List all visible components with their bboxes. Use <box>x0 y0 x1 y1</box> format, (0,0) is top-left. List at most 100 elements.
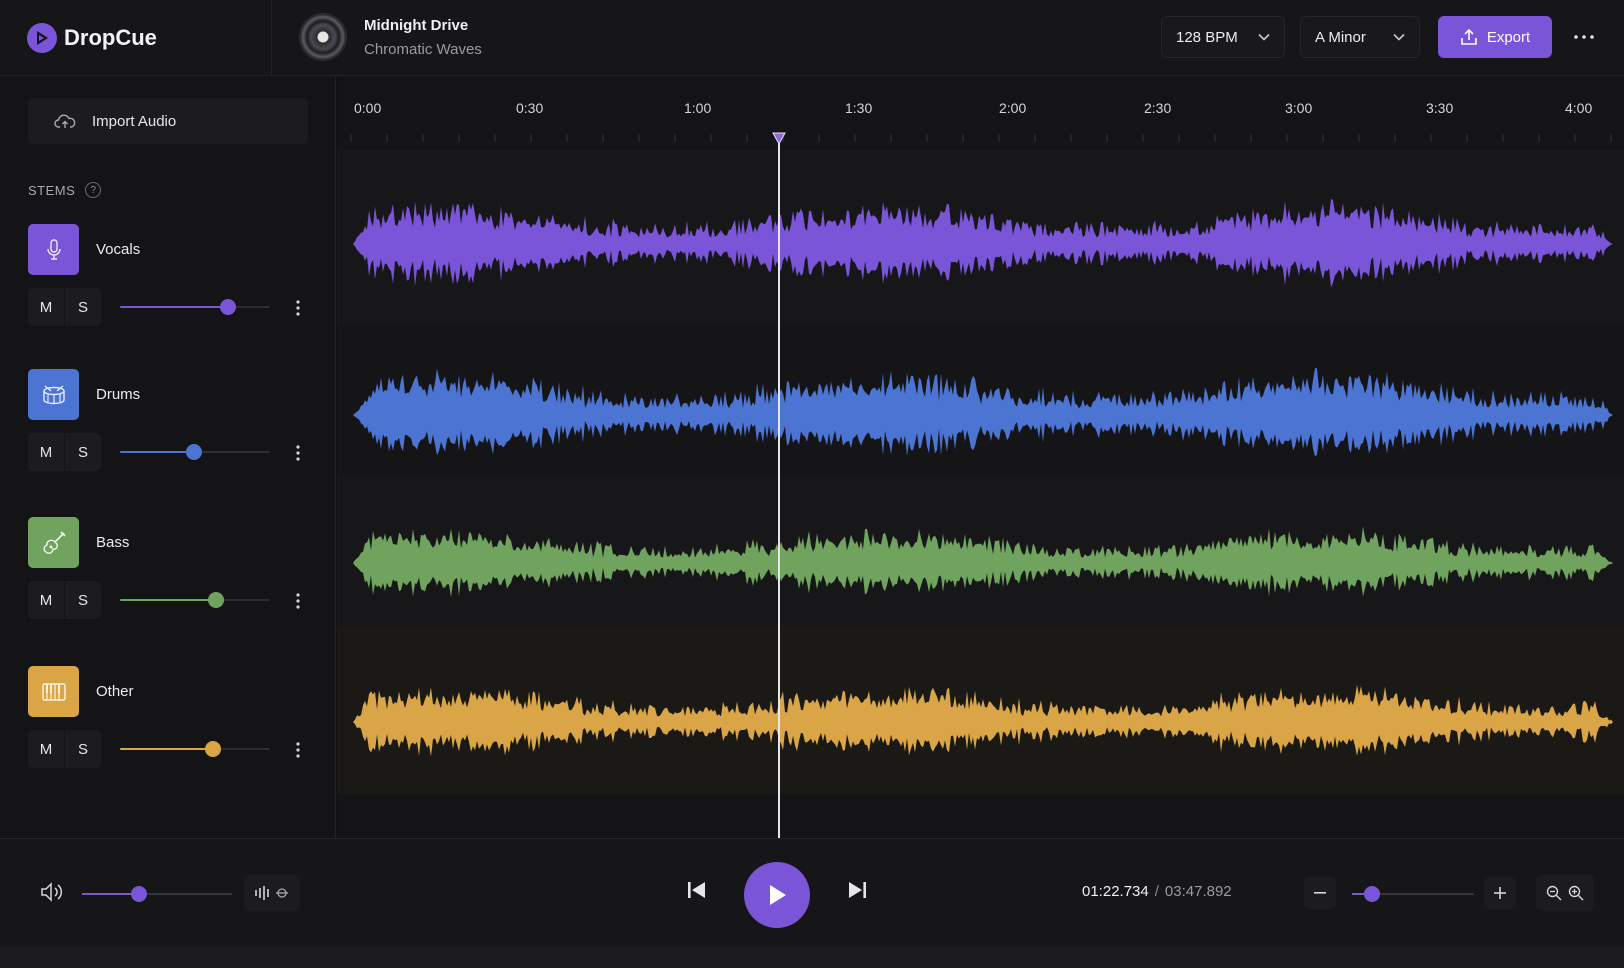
waveform-shape <box>353 526 1613 598</box>
slider-fill <box>120 306 228 308</box>
microphone-icon <box>28 224 79 275</box>
lanes-empty-area <box>337 794 1624 838</box>
stem-name: Vocals <box>96 241 141 258</box>
header-bar: DropCue Midnight Drive Chromatic Waves 1… <box>0 0 1624 76</box>
ruler-label: 2:00 <box>999 100 1027 116</box>
ruler-label: 3:00 <box>1285 100 1313 116</box>
stem-options-button[interactable] <box>290 589 306 613</box>
drum-icon <box>28 369 79 420</box>
waveform-drums <box>353 368 1613 457</box>
cloud-upload-icon <box>54 114 76 128</box>
stem-options-button[interactable] <box>290 296 306 320</box>
solo-button[interactable]: S <box>64 433 101 471</box>
stem-volume-slider[interactable] <box>120 444 270 460</box>
solo-button[interactable]: S <box>64 730 101 768</box>
ruler-label: 0:30 <box>516 100 544 116</box>
keyboard-icon <box>28 666 79 717</box>
time-display: 01:22.734 / 03:47.892 <box>1082 883 1232 900</box>
solo-button[interactable]: S <box>64 288 101 326</box>
waveform-lane-drums[interactable] <box>337 326 1624 476</box>
ruler-label: 4:00 <box>1565 100 1593 116</box>
zoom-out-magnifier-icon[interactable] <box>1546 885 1562 901</box>
album-art <box>300 14 346 60</box>
stem-volume-slider[interactable] <box>120 592 270 608</box>
zoom-slider[interactable] <box>1352 886 1474 902</box>
more-horizontal-icon <box>1574 35 1594 39</box>
waveform-lane-vocals[interactable] <box>337 150 1624 326</box>
zoom-in-button[interactable] <box>1484 877 1516 909</box>
zoom-fit-buttons[interactable] <box>1536 875 1594 911</box>
slider-thumb[interactable] <box>185 444 202 460</box>
play-icon <box>770 885 786 905</box>
key-value: A Minor <box>1315 28 1366 46</box>
mute-button[interactable]: M <box>28 581 64 619</box>
solo-button[interactable]: S <box>64 581 101 619</box>
play-button[interactable] <box>744 862 810 928</box>
waveform-lanes[interactable] <box>337 150 1624 838</box>
slider-fill <box>120 451 194 453</box>
speaker-icon[interactable] <box>40 881 64 903</box>
stem-name: Drums <box>96 386 141 403</box>
track-info: Midnight Drive Chromatic Waves <box>300 14 482 60</box>
export-label: Export <box>1486 28 1531 46</box>
key-dropdown[interactable]: A Minor <box>1300 16 1420 58</box>
stem-volume-slider[interactable] <box>120 741 270 757</box>
slider-thumb[interactable] <box>1363 886 1380 902</box>
more-options-button[interactable] <box>1572 25 1596 49</box>
slider-fill <box>120 599 216 601</box>
track-title: Midnight Drive <box>364 16 469 34</box>
slider-fill <box>120 748 213 750</box>
waveform-bass <box>353 526 1613 598</box>
slider-thumb[interactable] <box>131 886 147 902</box>
stem-name: Bass <box>96 534 130 551</box>
ruler-label: 2:30 <box>1144 100 1172 116</box>
waveform-lane-bass[interactable] <box>337 476 1624 626</box>
ruler-label: 1:00 <box>684 100 712 116</box>
slider-thumb[interactable] <box>220 299 236 315</box>
stem-options-button[interactable] <box>290 441 306 465</box>
mute-button[interactable]: M <box>28 288 64 326</box>
stem-other: Other M S <box>28 666 318 776</box>
waveform-settings-icon <box>255 886 288 900</box>
playhead[interactable] <box>778 136 780 838</box>
current-time: 01:22.734 <box>1082 883 1149 900</box>
timeline-ruler[interactable]: 0:00 0:30 1:00 1:30 2:00 2:30 3:00 3:30 … <box>337 76 1624 150</box>
mute-button[interactable]: M <box>28 730 64 768</box>
stem-volume-slider[interactable] <box>120 299 270 315</box>
help-icon[interactable]: ? <box>85 182 102 198</box>
stem-vocals: Vocals M S <box>28 224 318 334</box>
plus-icon <box>1494 887 1506 899</box>
skip-back-icon[interactable] <box>686 879 708 901</box>
more-vertical-icon <box>296 742 300 758</box>
minus-icon <box>1314 892 1326 894</box>
export-button[interactable]: Export <box>1438 16 1552 58</box>
zoom-in-magnifier-icon[interactable] <box>1568 885 1584 901</box>
stems-sidebar: Import Audio STEMS ? Vocals M S Drums M … <box>0 76 336 838</box>
stem-options-button[interactable] <box>290 738 306 762</box>
export-icon <box>1461 28 1477 45</box>
waveform-mode-button[interactable] <box>244 875 300 911</box>
master-volume-slider[interactable] <box>82 886 232 902</box>
slider-thumb[interactable] <box>205 741 221 757</box>
chevron-down-icon <box>1258 33 1270 41</box>
waveform-shape <box>353 198 1613 288</box>
waveform-shape <box>353 685 1613 757</box>
zoom-out-button[interactable] <box>1304 877 1336 909</box>
track-artist: Chromatic Waves <box>364 40 482 58</box>
waveform-lane-other[interactable] <box>337 626 1624 794</box>
mute-solo-group: M S <box>28 730 101 768</box>
stem-name: Other <box>96 683 134 700</box>
waveform-other <box>353 685 1613 757</box>
skip-forward-icon[interactable] <box>846 879 868 901</box>
mute-solo-group: M S <box>28 581 101 619</box>
guitar-icon <box>28 517 79 568</box>
bpm-dropdown[interactable]: 128 BPM <box>1161 16 1285 58</box>
import-audio-button[interactable]: Import Audio <box>28 98 308 144</box>
stems-heading-label: STEMS <box>28 182 76 198</box>
mute-button[interactable]: M <box>28 433 64 471</box>
more-vertical-icon <box>296 593 300 609</box>
import-audio-label: Import Audio <box>92 112 177 130</box>
playhead-marker-icon[interactable] <box>772 132 786 146</box>
more-vertical-icon <box>296 445 300 461</box>
slider-thumb[interactable] <box>208 592 224 608</box>
